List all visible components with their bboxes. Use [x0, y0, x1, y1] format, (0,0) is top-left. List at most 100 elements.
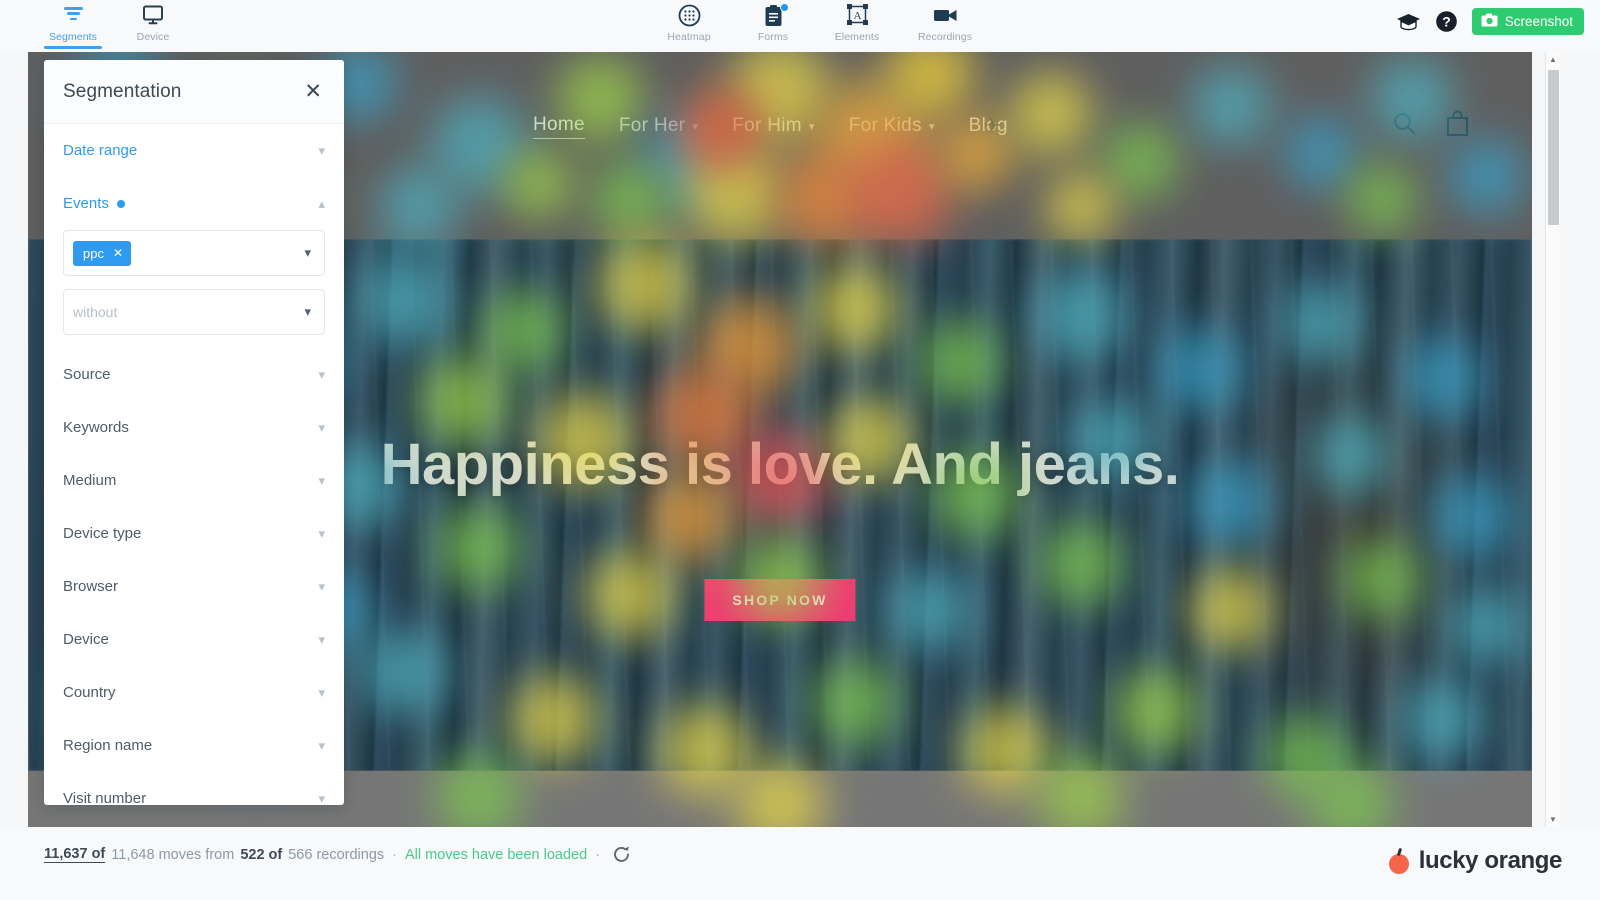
chevron-down-icon: ▾	[318, 684, 325, 700]
toolbar-left-group: Segments Device	[44, 2, 182, 49]
chevron-down-icon: ▾	[318, 737, 325, 753]
segmentation-filter-country[interactable]: Country ▾	[44, 666, 344, 719]
remove-tag-icon[interactable]: ✕	[113, 246, 123, 260]
monitor-icon	[142, 2, 164, 28]
status-loaded-recordings: 522 of	[240, 846, 283, 863]
segmentation-title: Segmentation	[63, 80, 182, 102]
close-icon[interactable]: ✕	[300, 77, 326, 106]
scrollbar-thumb[interactable]	[1548, 70, 1559, 225]
chevron-down-icon: ▾	[318, 525, 325, 541]
toolbar-tab-elements-label: Elements	[834, 31, 880, 43]
toolbar-tab-device[interactable]: Device	[124, 2, 182, 49]
chevron-up-icon: ▴	[318, 195, 325, 211]
segmentation-filter-device-type-label: Device type	[63, 525, 142, 542]
toolbar-tab-heatmap-label: Heatmap	[667, 31, 711, 43]
svg-text:A: A	[853, 10, 861, 22]
funnel-icon	[63, 2, 83, 28]
site-nav-for-her-label: For Her	[618, 115, 686, 136]
toolbar-right-group: ? Screenshot	[1396, 8, 1584, 35]
segmentation-filter-medium[interactable]: Medium ▾	[44, 454, 344, 507]
site-nav-for-kids[interactable]: For Kids ▾	[849, 115, 935, 137]
event-tag-ppc[interactable]: ppc ✕	[73, 240, 132, 266]
graduation-cap-icon[interactable]	[1396, 12, 1421, 31]
segmentation-filter-device[interactable]: Device ▾	[44, 613, 344, 666]
segmentation-filter-source[interactable]: Source ▾	[44, 348, 344, 401]
site-header-icons	[1392, 110, 1470, 142]
video-camera-icon	[933, 2, 958, 28]
segmentation-filter-country-label: Country	[63, 684, 116, 701]
segmentation-filter-keywords[interactable]: Keywords ▾	[44, 401, 344, 454]
toolbar-tab-segments[interactable]: Segments	[44, 2, 102, 49]
segmentation-filter-source-label: Source	[63, 366, 111, 383]
events-condition-field: without ▾	[44, 289, 344, 335]
status-bar: 11,637 of 11,648 moves from 522 of 566 r…	[0, 827, 1600, 900]
status-separator-1: ·	[392, 846, 397, 863]
site-nav-for-him-label: For Him	[732, 115, 802, 136]
status-total-moves: 11,648 moves from	[111, 846, 235, 863]
segmentation-section-date-range-label: Date range	[63, 142, 138, 159]
scroll-up-arrow[interactable]: ▲	[1546, 52, 1560, 67]
top-toolbar: Segments Device Heatmap Forms A Elements…	[0, 0, 1600, 52]
refresh-icon[interactable]	[608, 845, 631, 864]
segmentation-filter-region-name-label: Region name	[63, 737, 153, 754]
heatmap-icon	[678, 2, 701, 28]
toolbar-tab-recordings-label: Recordings	[917, 31, 973, 43]
events-active-dot	[116, 199, 125, 208]
lucky-orange-logo: lucky orange	[1388, 847, 1562, 875]
segmentation-filter-browser[interactable]: Browser ▾	[44, 560, 344, 613]
events-condition-select[interactable]: without ▾	[63, 289, 325, 335]
segmentation-filter-device-type[interactable]: Device type ▾	[44, 507, 344, 560]
question-mark-icon[interactable]: ?	[1435, 10, 1458, 33]
search-icon[interactable]	[1392, 111, 1417, 141]
chevron-down-icon: ▾	[318, 790, 325, 806]
forms-notification-badge	[780, 3, 789, 12]
segmentation-panel-body: Date range ▾ Events ▴ ppc ✕ ▾ without ▾	[44, 124, 344, 805]
events-select[interactable]: ppc ✕ ▾	[63, 230, 325, 276]
segmentation-filter-keywords-label: Keywords	[63, 419, 129, 436]
viewport-scrollbar[interactable]: ▲ ▼	[1545, 52, 1560, 827]
segmentation-filter-region-name[interactable]: Region name ▾	[44, 719, 344, 772]
status-total-recordings: 566 recordings	[288, 846, 385, 863]
shop-now-button[interactable]: SHOP NOW	[704, 579, 856, 621]
status-summary: 11,637 of 11,648 moves from 522 of 566 r…	[44, 845, 631, 864]
segmentation-filter-visit-number-label: Visit number	[63, 790, 147, 805]
shopping-bag-icon[interactable]	[1445, 110, 1470, 142]
svg-text:?: ?	[1442, 13, 1451, 29]
chevron-down-icon: ▾	[318, 472, 325, 488]
site-nav-for-her[interactable]: For Her ▾	[619, 115, 698, 137]
site-nav-links: Home For Her ▾ For Him ▾ For Kids ▾ Blog	[533, 114, 1008, 139]
toolbar-center-group: Heatmap Forms A Elements Recordings	[660, 2, 978, 49]
toolbar-tab-device-label: Device	[136, 31, 170, 43]
toolbar-tab-elements[interactable]: A Elements	[828, 2, 886, 49]
paper-plane-icon: ✈	[983, 113, 1002, 138]
screenshot-button[interactable]: Screenshot	[1471, 8, 1584, 35]
chevron-down-icon: ▾	[318, 578, 325, 594]
toolbar-tab-segments-label: Segments	[48, 31, 98, 43]
site-nav-home-label: Home	[533, 113, 585, 135]
segmentation-section-events[interactable]: Events ▴	[44, 177, 344, 230]
chevron-down-icon: ▾	[304, 245, 311, 260]
chevron-down-icon: ▾	[692, 120, 699, 133]
site-nav-for-him[interactable]: For Him ▾	[732, 115, 814, 137]
chevron-down-icon: ▾	[318, 419, 325, 435]
segmentation-filter-visit-number[interactable]: Visit number ▾	[44, 772, 344, 805]
segmentation-panel-header: Segmentation ✕	[44, 60, 344, 124]
chevron-down-icon: ▾	[318, 366, 325, 382]
chevron-down-icon: ▾	[318, 142, 325, 158]
segmentation-section-date-range[interactable]: Date range ▾	[44, 124, 344, 177]
chevron-down-icon: ▾	[304, 304, 311, 319]
scroll-down-arrow[interactable]: ▼	[1546, 812, 1560, 827]
toolbar-tab-heatmap[interactable]: Heatmap	[660, 2, 718, 49]
lucky-orange-wordmark: lucky orange	[1418, 847, 1563, 874]
screenshot-button-label: Screenshot	[1504, 14, 1573, 29]
toolbar-tab-recordings[interactable]: Recordings	[912, 2, 978, 49]
status-separator-2: ·	[595, 846, 601, 863]
toolbar-tab-forms[interactable]: Forms	[744, 2, 802, 49]
chevron-down-icon: ▾	[808, 120, 815, 133]
status-loaded-moves: 11,637 of	[44, 846, 106, 863]
event-tag-label: ppc	[83, 245, 104, 261]
site-nav-for-kids-label: For Kids	[848, 115, 922, 136]
elements-icon: A	[846, 2, 869, 28]
status-loaded-message: All moves have been loaded	[405, 846, 588, 863]
site-nav-home[interactable]: Home	[533, 114, 585, 139]
